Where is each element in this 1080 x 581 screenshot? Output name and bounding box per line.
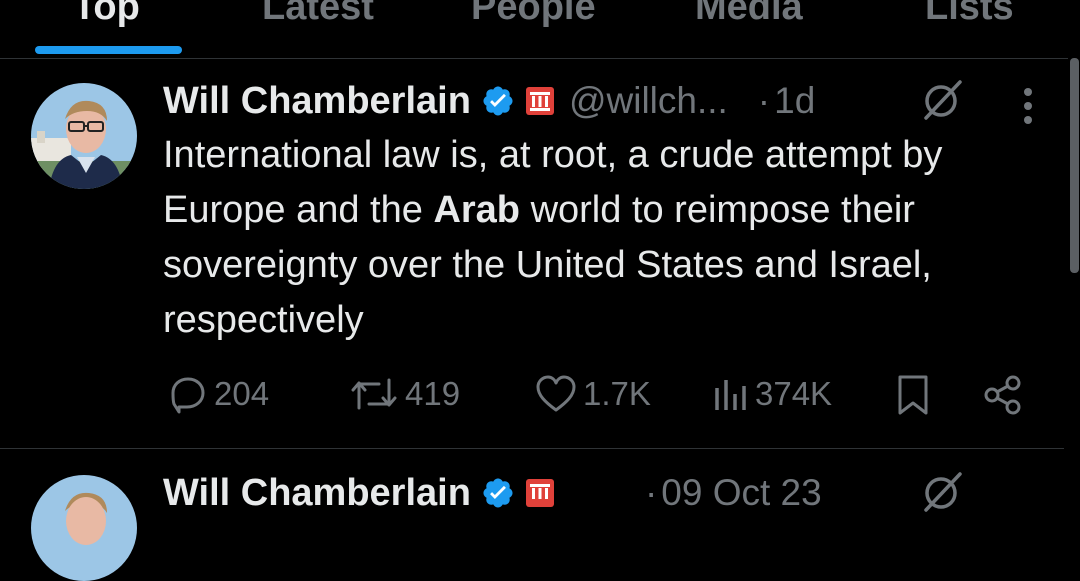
tweet-timestamp[interactable]: 09 Oct 23	[661, 472, 821, 514]
tab-people[interactable]: People	[471, 0, 596, 29]
separator-dot: ·	[644, 472, 658, 513]
grok-icon[interactable]	[920, 470, 964, 514]
scrollbar[interactable]	[1068, 58, 1080, 495]
author-name[interactable]: Will Chamberlain	[163, 80, 471, 123]
repost-count: 419	[405, 375, 461, 412]
avatar[interactable]	[31, 475, 137, 581]
verified-badge-icon	[481, 476, 515, 510]
like-button[interactable]: 1.7K	[535, 374, 651, 414]
author-name[interactable]: Will Chamberlain	[163, 472, 471, 515]
affiliation-badge-icon[interactable]	[525, 86, 555, 116]
tweet[interactable]: Will Chamberlain · 09 Oct 23	[0, 470, 1064, 581]
search-tabs: Top Latest People Media Lists	[0, 0, 1080, 59]
like-count: 1.7K	[583, 375, 651, 412]
active-tab-indicator	[35, 46, 182, 54]
tab-top[interactable]: Top	[73, 0, 140, 29]
affiliation-badge-icon[interactable]	[525, 478, 555, 508]
tab-latest[interactable]: Latest	[262, 0, 374, 29]
reply-count: 204	[214, 375, 270, 412]
views-icon	[715, 380, 746, 410]
reply-icon	[171, 377, 205, 414]
repost-button[interactable]: 419	[349, 374, 460, 414]
view-count: 374K	[755, 375, 833, 412]
heart-icon	[536, 375, 576, 412]
tweet[interactable]: Will Chamberlain @willch... · 1d Interna…	[0, 78, 1064, 448]
share-button[interactable]	[982, 374, 1024, 416]
scrollbar-thumb[interactable]	[1070, 58, 1079, 273]
tweet-timestamp[interactable]: 1d	[774, 80, 815, 122]
tweet-actions: 204 419 1.7K 374K	[0, 374, 1064, 434]
tweet-divider	[0, 448, 1064, 449]
bookmark-button[interactable]	[896, 374, 930, 416]
verified-badge-icon	[481, 84, 515, 118]
tweet-text: International law is, at root, a crude a…	[163, 128, 1033, 348]
reply-button[interactable]: 204	[168, 374, 269, 414]
bookmark-icon	[898, 375, 928, 415]
tab-lists[interactable]: Lists	[925, 0, 1014, 29]
share-icon	[984, 375, 1021, 415]
separator-dot: ·	[757, 80, 771, 121]
tab-media[interactable]: Media	[695, 0, 803, 29]
avatar[interactable]	[31, 83, 137, 189]
grok-icon[interactable]	[920, 78, 964, 122]
views-button[interactable]: 374K	[713, 374, 832, 414]
repost-icon	[351, 378, 397, 410]
author-handle[interactable]: @willch...	[569, 80, 728, 122]
more-options-icon[interactable]	[1022, 86, 1034, 126]
tweet-text-highlight: Arab	[433, 189, 521, 231]
